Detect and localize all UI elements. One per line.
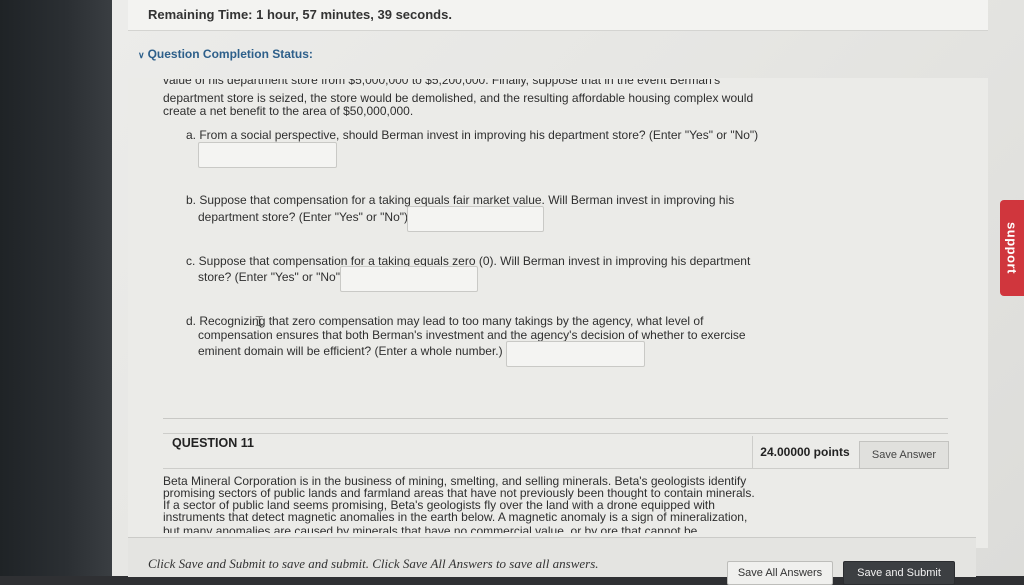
left-dark-edge — [0, 0, 112, 576]
answer-a-input[interactable] — [198, 142, 337, 168]
context-line-3: create a net benefit to the area of $50,… — [163, 104, 414, 118]
answer-b-input[interactable] — [407, 206, 544, 232]
question-points: 24.00000 points — [752, 436, 857, 468]
save-answer-button[interactable]: Save Answer — [859, 441, 949, 469]
text-cursor-icon: ⌶ — [255, 313, 264, 329]
q11-line-5: but many anomalies are caused by mineral… — [163, 525, 698, 533]
remaining-time: Remaining Time: 1 hour, 57 minutes, 39 s… — [148, 7, 452, 22]
timer-label: Remaining Time: — [148, 7, 253, 22]
question-divider — [163, 418, 948, 419]
question-11-title: QUESTION 11 — [172, 436, 254, 450]
part-d-text-line3: eminent domain will be efficient? (Enter… — [198, 344, 503, 358]
context-line-1: value of his department store from $5,00… — [163, 79, 721, 87]
save-and-submit-button[interactable]: Save and Submit — [843, 561, 955, 585]
support-label: support — [1004, 222, 1020, 274]
part-b-text-line2: department store? (Enter "Yes" or "No") — [198, 210, 409, 224]
part-d-text-line2: compensation ensures that both Berman's … — [198, 328, 746, 342]
timer-value: 1 hour, 57 minutes, 39 seconds. — [256, 7, 452, 22]
footer-instructions: Click Save and Submit to save and submit… — [148, 556, 599, 571]
support-tab[interactable]: support — [1000, 200, 1024, 296]
answer-c-input[interactable] — [340, 266, 478, 292]
part-c-text-line2: store? (Enter "Yes" or "No") — [198, 270, 344, 284]
save-all-answers-button[interactable]: Save All Answers — [727, 561, 833, 585]
part-a-text: a. From a social perspective, should Ber… — [186, 128, 759, 142]
question-completion-status[interactable]: ∨ Question Completion Status: — [138, 47, 313, 61]
chevron-down-icon: ∨ — [138, 50, 145, 60]
part-d-text-line1: d. Recognizing that zero compensation ma… — [186, 314, 704, 328]
q11-line-4: instruments that detect magnetic anomali… — [163, 510, 748, 524]
completion-status-label: Question Completion Status: — [147, 47, 313, 61]
answer-d-input[interactable] — [506, 341, 645, 367]
